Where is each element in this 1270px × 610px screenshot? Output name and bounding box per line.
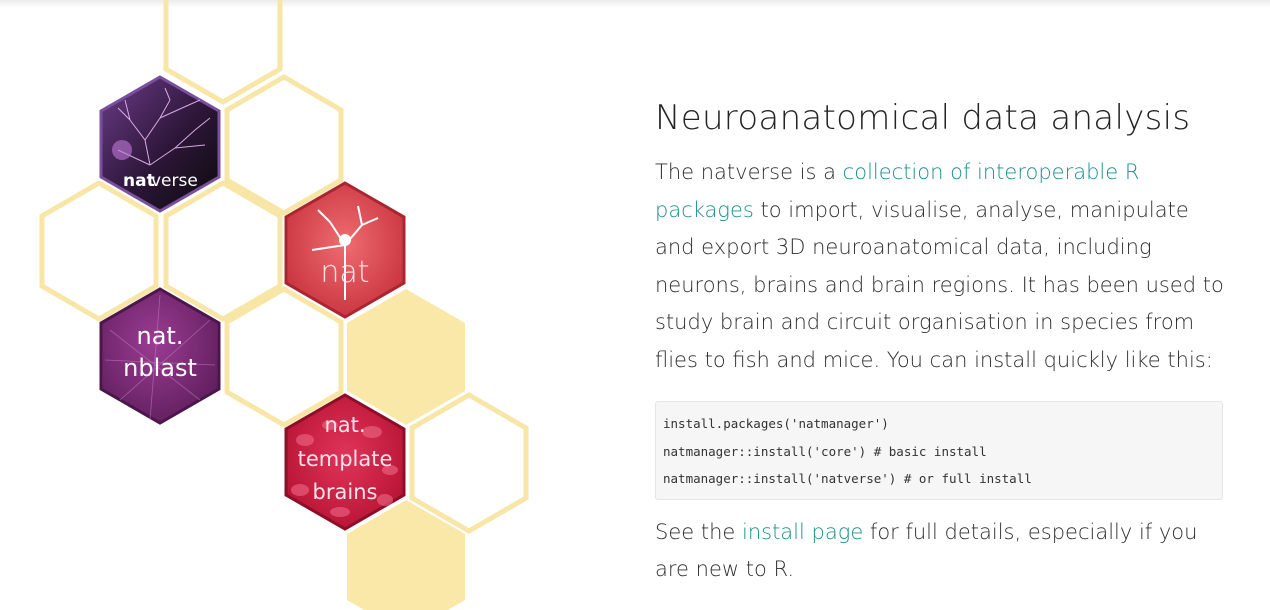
templatebrains-logo-line1: nat.	[324, 413, 365, 437]
install-page-link[interactable]: install page	[742, 520, 863, 544]
install-paragraph: See the install page for full details, e…	[655, 514, 1225, 589]
hex-outline-6	[409, 392, 529, 534]
see-text-prefix: See the	[655, 519, 742, 544]
intro-text-prefix: The natverse is a	[655, 160, 843, 184]
natverse-logo: nat verse	[99, 75, 221, 213]
main-content: Neuroanatomical data analysis The natver…	[655, 96, 1245, 589]
install-code-block: install.packages('natmanager') natmanager…	[655, 401, 1223, 500]
hex-outline-3	[39, 180, 159, 322]
hex-filled-1	[347, 289, 465, 425]
code-line: install.packages('natmanager')	[663, 416, 889, 431]
nblast-logo-line1: nat.	[137, 322, 184, 350]
page-heading: Neuroanatomical data analysis	[655, 98, 1191, 138]
nat-logo-text: nat	[320, 255, 369, 290]
hex-outline-5	[224, 286, 344, 428]
natverse-logo-text-nat: nat	[123, 171, 155, 191]
intro-paragraph: The natverse is a collection of interope…	[655, 154, 1225, 379]
templatebrains-logo-line2: template	[298, 447, 393, 471]
templatebrains-logo-line3: brains	[313, 480, 378, 504]
nblast-logo-line2: nblast	[123, 354, 197, 382]
code-line: natmanager::install('natverse') # or ful…	[663, 471, 1032, 486]
natverse-logo-text-verse: verse	[151, 171, 198, 191]
hex-logo-cluster: nat verse nat nat. nblast nat. template …	[39, 0, 529, 610]
intro-text-suffix: to import, visualise, analyse, manipulat…	[655, 197, 1224, 372]
code-line: natmanager::install('core') # basic inst…	[663, 443, 987, 459]
